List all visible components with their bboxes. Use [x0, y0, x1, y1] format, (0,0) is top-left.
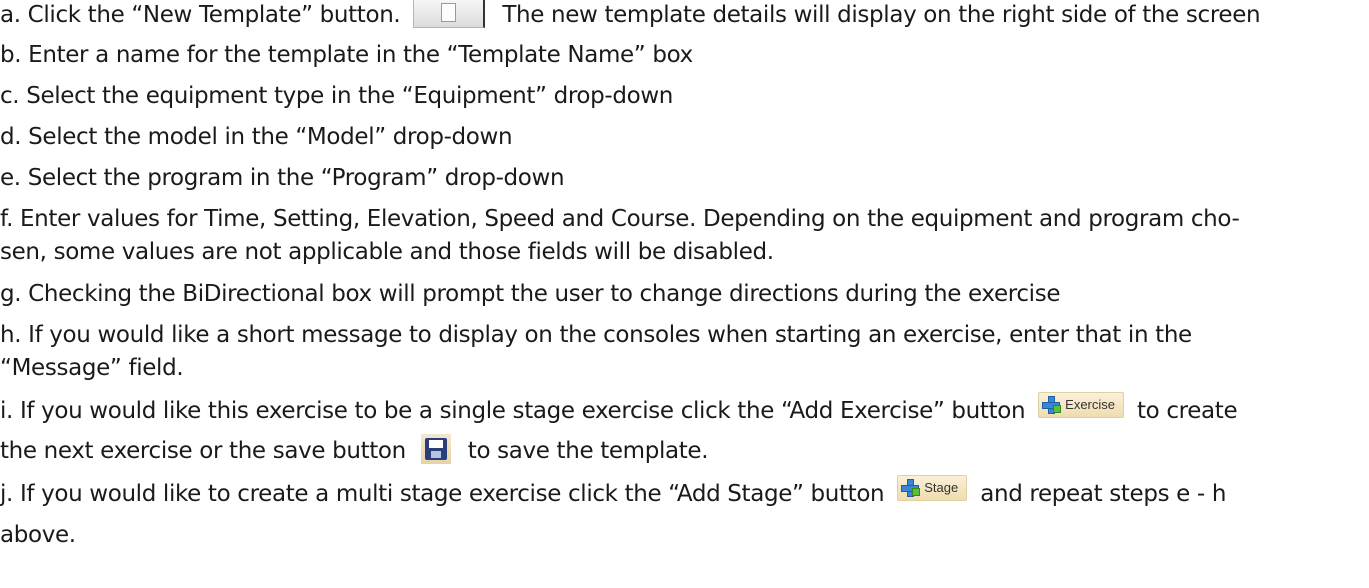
step-g: g. Checking the BiDirectional box will p…: [0, 281, 1061, 307]
add-exercise-button-image: Exercise: [1038, 392, 1125, 418]
step-d: d. Select the model in the “Model” drop-…: [0, 124, 513, 150]
step-j-line2: above.: [0, 522, 76, 548]
floppy-disk-icon: [424, 437, 447, 460]
step-h-line1: h. If you would like a short message to …: [0, 322, 1192, 348]
step-f-line1: f. Enter values for Time, Setting, Eleva…: [0, 206, 1240, 232]
step-i-text-after: to create: [1136, 398, 1238, 424]
step-b: b. Enter a name for the template in the …: [0, 42, 693, 68]
step-a: a. Click the “New Template” button. The …: [0, 0, 1261, 31]
step-f-line2: sen, some values are not applicable and …: [0, 239, 774, 265]
step-i-line2-text: the next exercise or the save button: [0, 438, 406, 464]
step-e: e. Select the program in the “Program” d…: [0, 165, 565, 191]
step-i-line2-text-after: to save the template.: [467, 438, 709, 464]
exercise-button-label: Exercise: [1065, 397, 1116, 412]
step-c: c. Select the equipment type in the “Equ…: [0, 83, 674, 109]
add-stage-button-image: Stage: [897, 475, 968, 501]
step-a-text: a. Click the “New Template” button.: [0, 2, 401, 28]
step-i-line2: the next exercise or the save button to …: [0, 433, 709, 467]
save-button-image: [420, 433, 451, 464]
new-template-button-image: [413, 0, 486, 28]
step-i-text: i. If you would like this exercise to be…: [0, 398, 1026, 424]
step-j-text: j. If you would like to create a multi s…: [0, 481, 885, 507]
stage-button-label: Stage: [924, 480, 959, 495]
plus-icon: [1041, 395, 1062, 415]
step-j-text-after: and repeat steps e - h: [980, 481, 1227, 507]
step-h-line2: “Message” field.: [0, 355, 184, 381]
plus-icon: [900, 478, 921, 498]
step-i-line1: i. If you would like this exercise to be…: [0, 392, 1238, 426]
step-j-line1: j. If you would like to create a multi s…: [0, 475, 1227, 509]
blank-page-icon: [441, 2, 457, 22]
step-a-text-after: The new template details will display on…: [502, 2, 1261, 28]
